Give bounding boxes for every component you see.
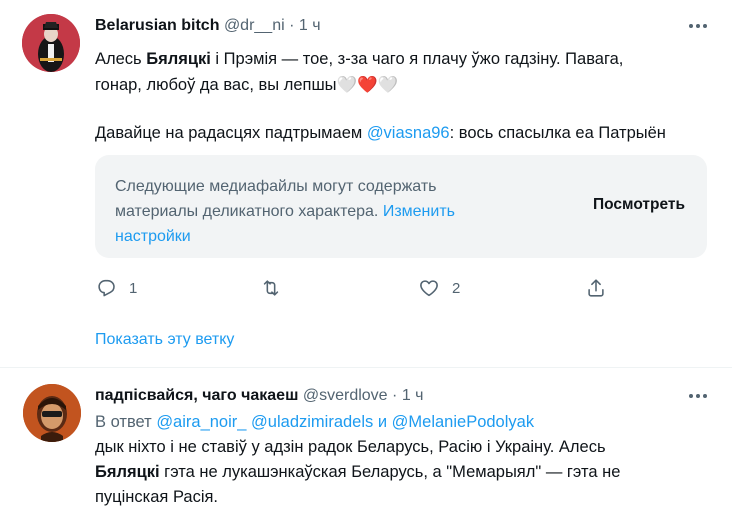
tweet-text-line-2: гонар, любоў да вас, вы лепшы🤍❤️🤍 bbox=[95, 72, 710, 98]
sensitive-media-warning: Следующие медиафайлы могут содержать мат… bbox=[95, 155, 707, 258]
like-count: 2 bbox=[452, 279, 461, 297]
share-icon bbox=[588, 279, 604, 297]
tweet-header: Belarusian bitch @dr__ni · 1 ч bbox=[95, 15, 321, 37]
meta-separator: · bbox=[392, 387, 398, 404]
change-settings-link[interactable]: Изменить bbox=[383, 203, 455, 220]
tweet-2[interactable]: падпісвайся, чаго чакаеш @sverdlove · 1 … bbox=[0, 368, 732, 523]
author-handle[interactable]: @sverdlove bbox=[303, 387, 388, 404]
mention-link[interactable]: @uladzimiradels bbox=[251, 413, 373, 431]
tweet-text-line-3: Давайце на радасцях падтрымаем @viasna96… bbox=[95, 121, 710, 146]
bold-name: Бяляцкі bbox=[95, 463, 160, 481]
text-segment: гонар, любоў да вас, вы лепшы bbox=[95, 76, 337, 94]
more-options-button[interactable] bbox=[686, 14, 710, 38]
avatar[interactable] bbox=[23, 384, 81, 442]
tweet-text-line-2: Бяляцкі гэта не лукашэнкаўская Беларусь,… bbox=[95, 460, 715, 485]
avatar-image bbox=[22, 14, 80, 72]
tweet-header: падпісвайся, чаго чакаеш @sverdlove · 1 … bbox=[95, 385, 424, 407]
tweet-text: В ответ @aira_noir_ @uladzimiradels и @M… bbox=[95, 410, 715, 510]
more-horizontal-icon bbox=[689, 394, 707, 398]
more-options-button[interactable] bbox=[686, 384, 710, 408]
reply-prefix: В ответ bbox=[95, 413, 157, 431]
more-horizontal-icon bbox=[689, 24, 707, 28]
like-button[interactable]: 2 bbox=[418, 276, 460, 300]
warning-line: Следующие медиафайлы могут содержать bbox=[115, 178, 437, 195]
author-handle[interactable]: @dr__ni bbox=[224, 17, 285, 34]
avatar[interactable] bbox=[22, 14, 80, 72]
reply-and: и bbox=[373, 413, 392, 431]
view-media-button[interactable]: Посмотреть bbox=[593, 196, 685, 214]
tweet-text: Алесь Бяляцкі і Прэмія — тое, з-за чаго … bbox=[95, 47, 710, 146]
retweet-icon bbox=[263, 280, 279, 296]
text-segment: : вось спасылка еа Патрыён bbox=[449, 124, 666, 142]
tweet-time[interactable]: 1 ч bbox=[402, 387, 424, 404]
bold-name: Бяляцкі bbox=[146, 50, 211, 68]
reply-button[interactable]: 1 bbox=[95, 276, 137, 300]
reply-count: 1 bbox=[129, 279, 138, 297]
tweet-actions: 1 2 bbox=[95, 276, 615, 300]
text-segment: і Прэмія — тое, з-за чаго я плачу ўжо га… bbox=[210, 50, 624, 68]
reply-icon bbox=[98, 279, 115, 297]
tweet-text-line-1: дык ніхто і не ставіў у адзін радок Бела… bbox=[95, 438, 606, 456]
avatar-image bbox=[23, 384, 81, 442]
tweet-text-line-1: Алесь Бяляцкі і Прэмія — тое, з-за чаго … bbox=[95, 47, 710, 72]
tweet-time[interactable]: 1 ч bbox=[299, 17, 321, 34]
author-name[interactable]: Belarusian bitch bbox=[95, 17, 219, 34]
show-thread-link[interactable]: Показать эту ветку bbox=[95, 331, 234, 349]
sensitive-warning-text: Следующие медиафайлы могут содержать мат… bbox=[115, 174, 525, 249]
text-segment: материалы деликатного характера. bbox=[115, 203, 383, 220]
meta-separator: · bbox=[289, 17, 295, 34]
change-settings-link[interactable]: настройки bbox=[115, 224, 525, 249]
heart-icon bbox=[420, 280, 438, 297]
text-segment: Давайце на радасцях падтрымаем bbox=[95, 124, 367, 142]
author-name[interactable]: падпісвайся, чаго чакаеш bbox=[95, 387, 298, 404]
text-segment: гэта не лукашэнкаўская Беларусь, а "Мема… bbox=[159, 463, 621, 481]
mention-link[interactable]: @MelaniePodolyak bbox=[392, 413, 534, 431]
hearts-emoji: 🤍❤️🤍 bbox=[336, 75, 399, 94]
tweet-1[interactable]: Belarusian bitch @dr__ni · 1 ч Алесь Бял… bbox=[0, 0, 732, 348]
retweet-button[interactable] bbox=[260, 276, 294, 300]
mention-link[interactable]: @viasna96 bbox=[367, 124, 450, 142]
share-button[interactable] bbox=[585, 276, 607, 300]
text-segment: Алесь bbox=[95, 50, 147, 68]
reply-to-line: В ответ @aira_noir_ @uladzimiradels и @M… bbox=[95, 410, 715, 435]
tweet-text-line-3: пуцінская Расія. bbox=[95, 488, 219, 506]
warning-line: материалы деликатного характера. Изменит… bbox=[115, 199, 525, 224]
mention-link[interactable]: @aira_noir_ bbox=[156, 413, 246, 431]
